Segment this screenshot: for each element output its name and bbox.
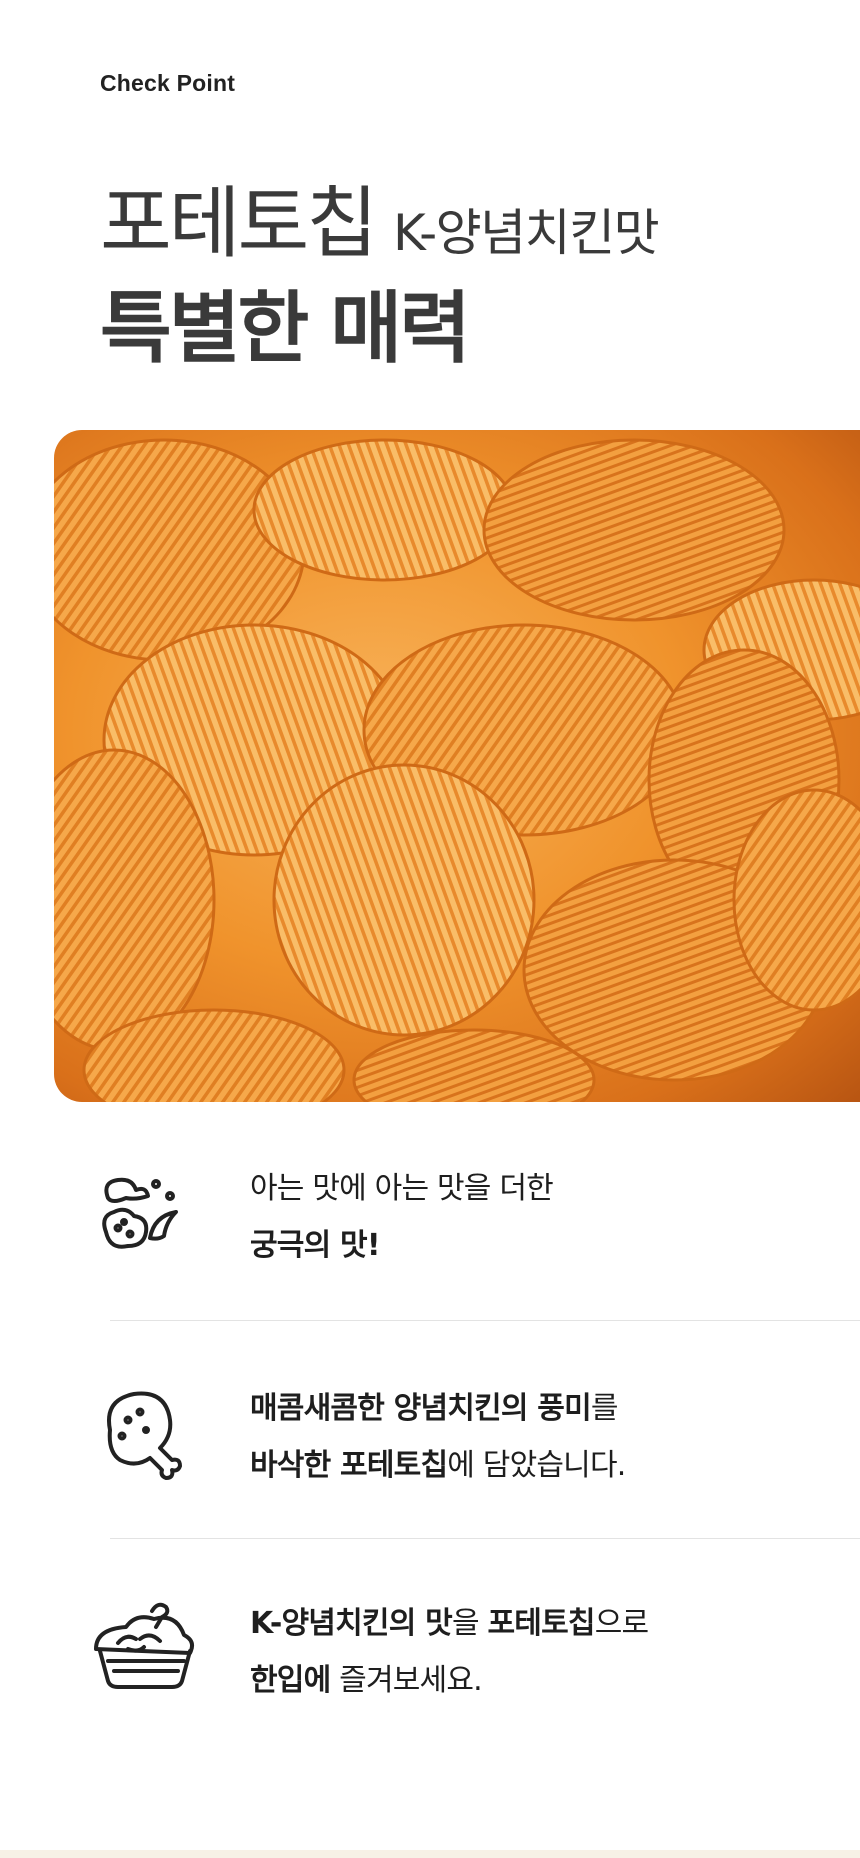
divider (110, 1320, 860, 1321)
title-flavor: K-양념치킨맛 (393, 204, 660, 262)
title-product-name: 포테토칩 (100, 179, 378, 269)
chip-basket-icon (94, 1602, 194, 1689)
divider (110, 1538, 860, 1539)
title-tagline: 특별한 매력 (100, 284, 471, 374)
point-ultimate-taste: 아는 맛에 아는 맛을 더한 궁극의 맛! (0, 1160, 860, 1360)
point-3-line-1: K-양념치킨의 맛을 포테토칩으로 (250, 1606, 649, 1641)
point-1-line-1: 아는 맛에 아는 맛을 더한 (250, 1171, 554, 1206)
page-title: 포테토칩 K-양념치킨맛 (100, 185, 660, 263)
footer-strip (0, 1850, 860, 1858)
point-1-line-2: 궁극의 맛! (250, 1228, 381, 1263)
chicken-sauce-icon (102, 1177, 178, 1249)
point-enjoy-in-one-bite: K-양념치킨의 맛을 포테토칩으로 한입에 즐겨보세요. (0, 1595, 860, 1795)
point-2-line-1: 매콤새콤한 양념치킨의 풍미를 (250, 1391, 618, 1426)
point-seasoned-chicken-flavor: 매콤새콤한 양념치킨의 풍미를 바삭한 포테토칩에 담았습니다. (0, 1380, 860, 1580)
chips-photo (54, 430, 860, 1102)
eyebrow-label: Check Point (100, 70, 236, 96)
drumstick-icon (107, 1391, 182, 1480)
point-2-line-2: 바삭한 포테토칩에 담았습니다. (250, 1448, 626, 1483)
point-3-line-2: 한입에 즐겨보세요. (250, 1663, 483, 1698)
